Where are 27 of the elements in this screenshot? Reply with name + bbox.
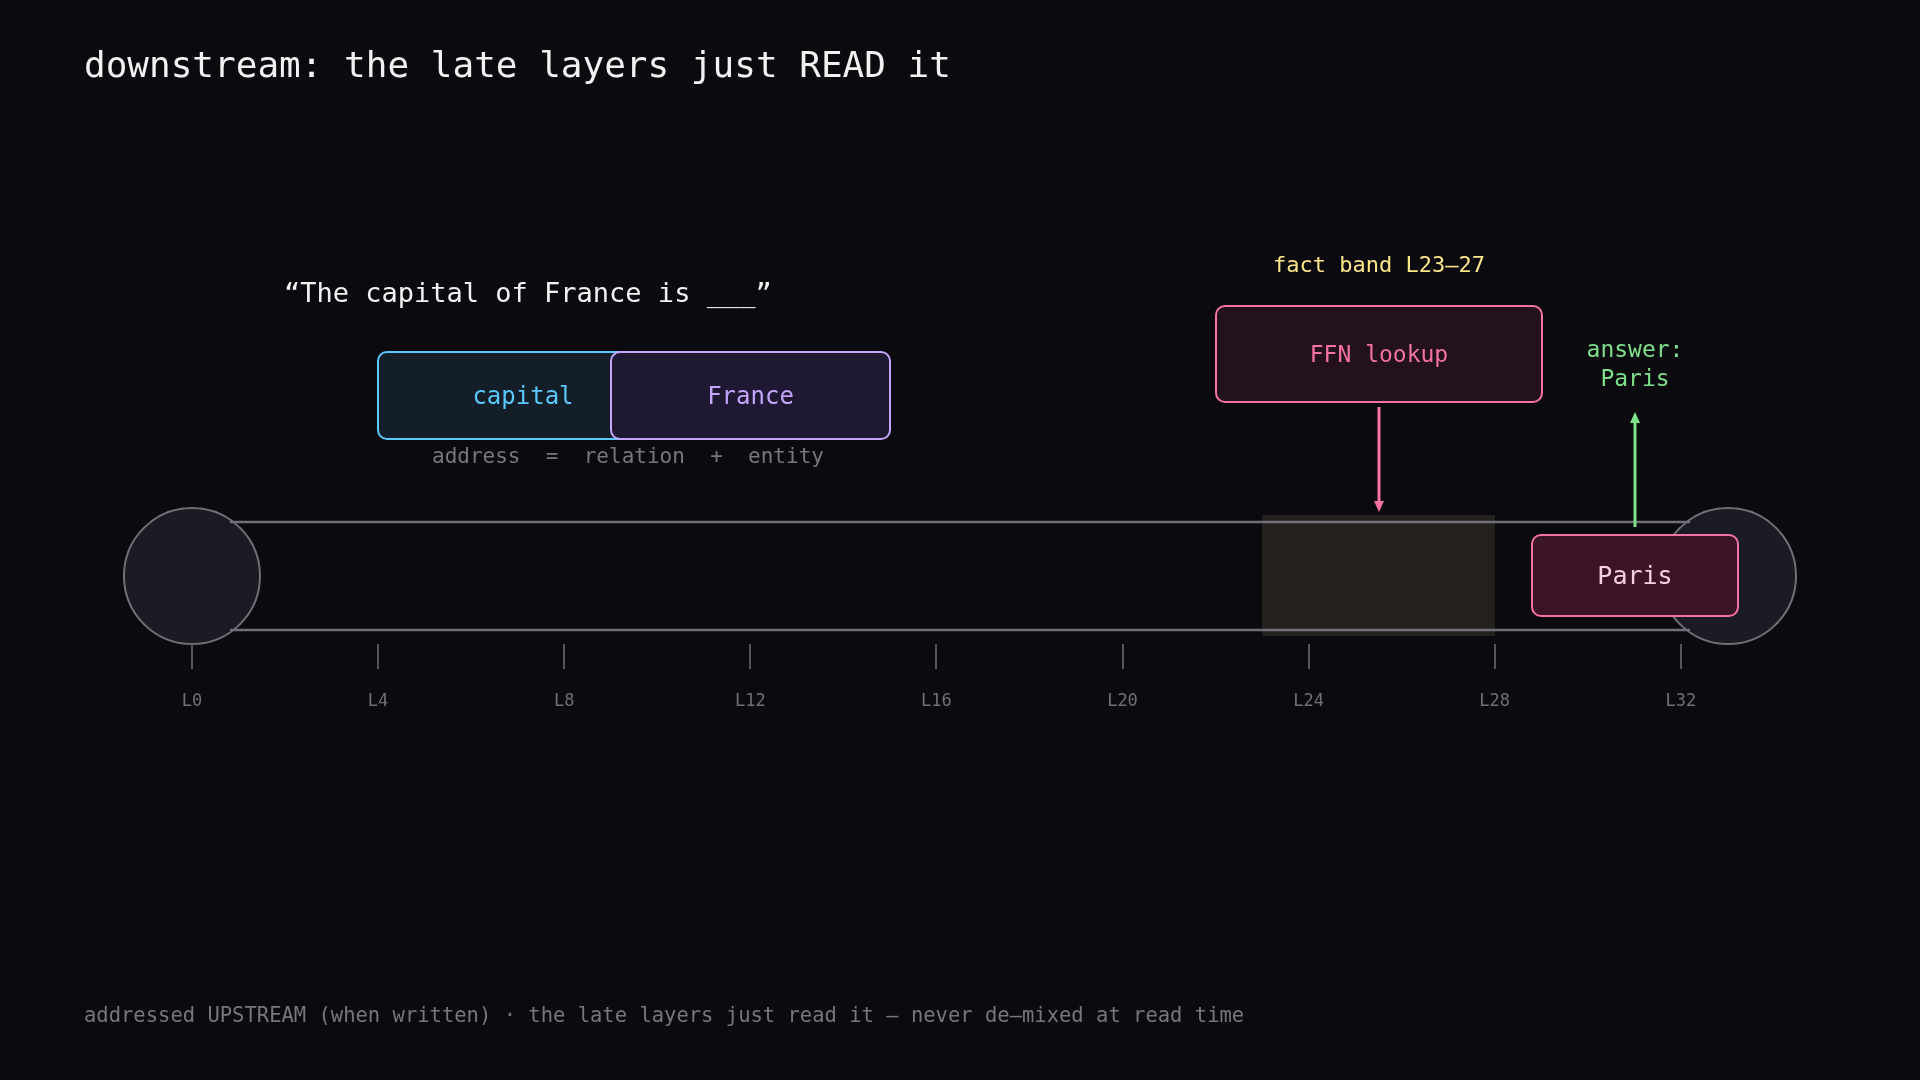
tick-mark (377, 644, 380, 669)
layer-label: L32 (1664, 689, 1698, 712)
tick-mark (1679, 644, 1682, 669)
token-box: France (610, 351, 891, 440)
layer-label: L0 (180, 689, 204, 712)
lookup-box: FFN lookup (1215, 305, 1543, 403)
tick-mark (563, 644, 566, 669)
slide-title: downstream: the late layers just READ it (84, 43, 951, 87)
layer-label: L12 (733, 689, 767, 712)
layer-label: L24 (1292, 689, 1325, 712)
tick-mark (935, 644, 938, 669)
tick-mark (1121, 644, 1124, 669)
formula-text: address = relation + entity (432, 443, 824, 470)
answer-token-box: Paris (1531, 534, 1739, 617)
prompt-text: “The capital of France is ___” (284, 276, 772, 310)
tick-mark (1307, 644, 1310, 669)
layer-label: L20 (1106, 689, 1139, 712)
layer-label: L4 (366, 689, 390, 712)
fact-band-label: fact band L23–27 (1272, 251, 1486, 279)
tick-mark (749, 644, 752, 669)
tick-mark (191, 644, 193, 669)
footer-caption: addressed UPSTREAM (when written) · the late layers just read it — never de–mixed at read time (84, 1002, 1245, 1029)
answer-label: answer: Paris (1585, 335, 1685, 393)
layer-label: L16 (920, 689, 953, 712)
layer-label: L28 (1478, 689, 1512, 712)
tick-mark (1493, 644, 1496, 669)
layer-label: L8 (552, 689, 576, 712)
